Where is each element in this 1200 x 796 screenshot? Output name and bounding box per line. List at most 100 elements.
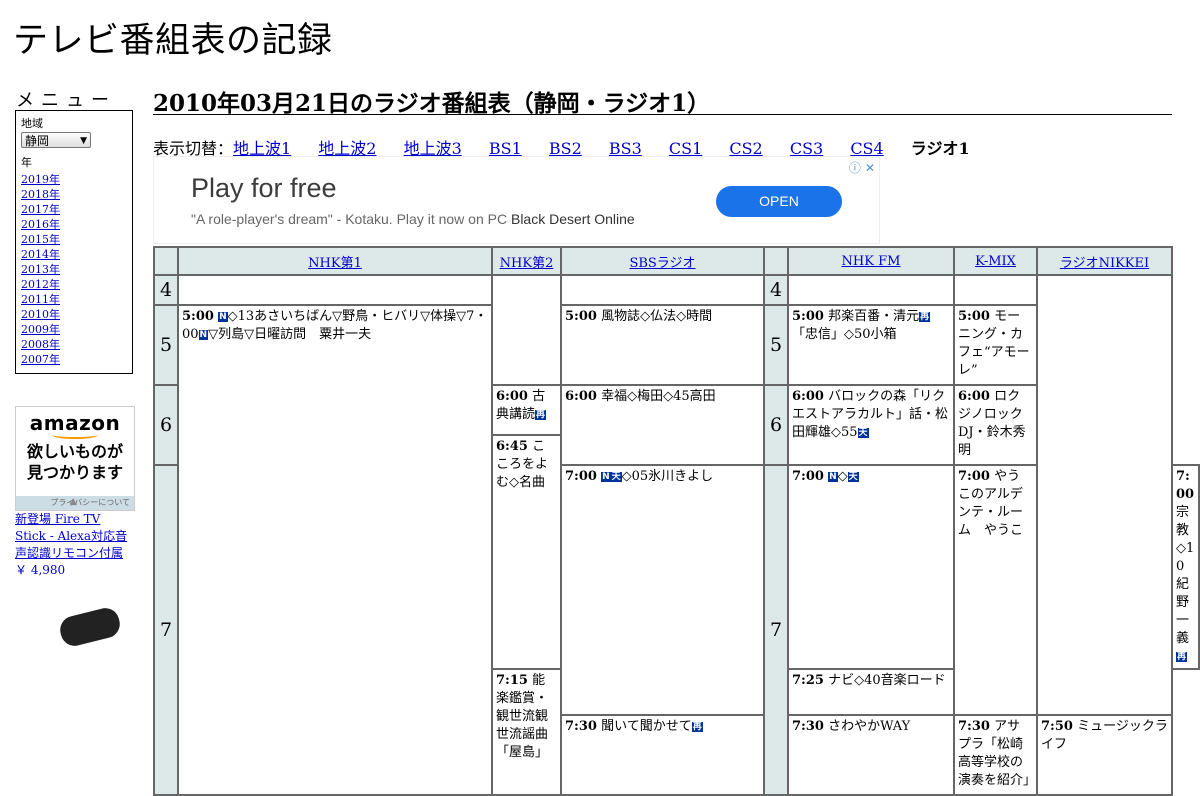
program-title: ◇ bbox=[837, 469, 848, 484]
program-cell[interactable]: 7:00 N◇天 bbox=[787, 464, 955, 670]
ad-title: Play for free bbox=[191, 173, 337, 203]
year-link[interactable]: 2013年 bbox=[21, 263, 60, 276]
caret-up-icon: ▲ bbox=[70, 497, 77, 507]
year-label: 年 bbox=[21, 156, 32, 169]
program-cell[interactable]: 7:30 アサプラ「松崎高等学校の演奏を紹介」 bbox=[953, 714, 1038, 796]
amazon-tagline-line: 欲しいものが bbox=[26, 442, 123, 461]
product-image[interactable] bbox=[57, 605, 123, 649]
news-badge-icon: N bbox=[601, 472, 611, 482]
region-select[interactable]: 静岡 ▼ bbox=[21, 132, 91, 148]
program-cell[interactable]: 7:15 能楽鑑賞・観世流観世流謡曲「屋島」 bbox=[491, 668, 562, 796]
channel-header: ラジオNIKKEI bbox=[1036, 246, 1173, 276]
program-cell[interactable]: 6:00 ロクジノロック DJ・鈴木秀明 bbox=[953, 384, 1038, 466]
program-time: 7:00 bbox=[1176, 469, 1195, 502]
program-time: 7:00 bbox=[792, 469, 824, 484]
ad-icons: ⓘ ✕ bbox=[845, 159, 875, 176]
amazon-product: 新登場 Fire TV Stick - Alexa対応音声認識リモコン付属 ￥ … bbox=[15, 511, 133, 579]
corner-cell bbox=[763, 246, 789, 276]
program-cell[interactable]: 5:00 モーニング・カフェ“アモーレ” bbox=[953, 304, 1038, 386]
program-cell[interactable]: 6:00 古典講読再 bbox=[491, 384, 562, 436]
site-title: テレビ番組表の記録 bbox=[13, 21, 333, 61]
year-link[interactable]: 2012年 bbox=[21, 278, 60, 291]
program-time: 5:00 bbox=[182, 309, 214, 324]
weather-badge-icon: 天 bbox=[857, 428, 869, 438]
year-link[interactable]: 2015年 bbox=[21, 233, 60, 246]
program-cell[interactable]: 7:50 ミュージックライフ bbox=[1036, 714, 1173, 796]
program-cell[interactable]: 7:00 やうこのアルデンテ・ルーム やうこ bbox=[953, 464, 1038, 716]
year-link[interactable]: 2007年 bbox=[21, 353, 60, 366]
year-link[interactable]: 2008年 bbox=[21, 338, 60, 351]
program-time: 6:00 bbox=[958, 389, 990, 404]
program-grid: NHK第1 NHK第2 SBSラジオ NHK FM K-MIX ラジオNIKKE… bbox=[153, 246, 1200, 796]
program-time: 6:45 bbox=[496, 439, 528, 454]
close-icon[interactable]: ✕ bbox=[865, 161, 875, 175]
info-icon[interactable]: ⓘ bbox=[849, 161, 861, 175]
rerun-badge-icon: 再 bbox=[1176, 652, 1188, 662]
channel-header: NHK FM bbox=[787, 246, 955, 276]
channel-link[interactable]: NHK FM bbox=[842, 254, 901, 269]
amazon-privacy-link[interactable]: プライバシーについて bbox=[50, 498, 130, 507]
hour-cell: 6 bbox=[763, 384, 789, 466]
year-link[interactable]: 2018年 bbox=[21, 188, 60, 201]
program-cell[interactable]: 6:00 幸福◇梅田◇45高田 bbox=[560, 384, 765, 466]
program-time: 7:50 bbox=[1041, 719, 1073, 734]
program-title: 「忠信」◇50小箱 bbox=[792, 327, 897, 342]
channel-link[interactable]: K-MIX bbox=[975, 254, 1016, 269]
year-link[interactable]: 2010年 bbox=[21, 308, 60, 321]
news-badge-icon: N bbox=[828, 472, 838, 482]
year-link[interactable]: 2019年 bbox=[21, 173, 60, 186]
channel-link[interactable]: SBSラジオ bbox=[629, 256, 695, 271]
year-link[interactable]: 2014年 bbox=[21, 248, 60, 261]
program-cell[interactable]: 6:45 こころをよむ◇名曲 bbox=[491, 434, 562, 670]
program-cell[interactable]: 7:30 さわやかWAY bbox=[787, 714, 955, 796]
hour-cell: 7 bbox=[153, 464, 179, 796]
program-title: 幸福◇梅田◇45高田 bbox=[601, 389, 716, 404]
channel-header: SBSラジオ bbox=[560, 246, 765, 276]
program-title: 宗教◇10紀野一義 bbox=[1176, 505, 1195, 646]
program-time: 7:15 bbox=[496, 673, 528, 688]
menu-box: 地域 静岡 ▼ 年 2019年 2018年 2017年 2016年 2015年 … bbox=[15, 110, 133, 374]
channel-link[interactable]: ラジオNIKKEI bbox=[1060, 256, 1149, 271]
year-link[interactable]: 2011年 bbox=[21, 293, 60, 306]
rerun-badge-icon: 再 bbox=[919, 312, 931, 322]
amazon-product-link[interactable]: 新登場 Fire TV Stick - Alexa対応音声認識リモコン付属 bbox=[15, 512, 127, 560]
region-select-value: 静岡 bbox=[25, 134, 50, 148]
program-time: 7:00 bbox=[565, 469, 597, 484]
program-cell[interactable]: 5:00 風物誌◇仏法◇時間 bbox=[560, 304, 765, 386]
news-badge-icon: N bbox=[218, 312, 228, 322]
channel-header: NHK第2 bbox=[491, 246, 562, 276]
hour-cell: 7 bbox=[763, 464, 789, 796]
program-time: 6:00 bbox=[565, 389, 597, 404]
year-link[interactable]: 2017年 bbox=[21, 203, 60, 216]
channel-header: K-MIX bbox=[953, 246, 1038, 276]
program-cell[interactable]: 5:00 N◇13あさいちばん▽野鳥・ヒバリ▽体操▽7・00N▽列島▽日曜訪問 … bbox=[177, 304, 493, 796]
program-cell[interactable]: 7:00 宗教◇10紀野一義再 bbox=[1171, 464, 1200, 670]
ad-banner[interactable]: ⓘ ✕ Play for free "A role-player's dream"… bbox=[153, 156, 880, 244]
program-cell[interactable]: 7:25 ナビ◇40音楽ロード bbox=[787, 668, 955, 716]
program-cell bbox=[787, 274, 955, 306]
channel-link[interactable]: NHK第2 bbox=[500, 256, 554, 271]
program-cell bbox=[491, 274, 562, 386]
program-cell[interactable]: 7:00 N 天◇05氷川きよし bbox=[560, 464, 765, 716]
program-time: 6:00 bbox=[792, 389, 824, 404]
program-cell[interactable]: 7:30 聞いて聞かせて再 bbox=[560, 714, 765, 796]
corner-cell bbox=[153, 246, 179, 276]
switcher-current: ラジオ1 bbox=[910, 139, 970, 158]
ad-quote: "A role-player's dream" - Kotaku. Play i… bbox=[191, 211, 508, 227]
channel-link[interactable]: NHK第1 bbox=[308, 256, 362, 271]
year-link[interactable]: 2009年 bbox=[21, 323, 60, 336]
program-cell bbox=[1036, 274, 1173, 716]
ad-open-button[interactable]: OPEN bbox=[716, 186, 842, 217]
amazon-ad[interactable]: amazon 欲しいものが 見つかります ▲ プライバシーについて bbox=[15, 406, 135, 511]
amazon-product-price: ￥ 4,980 bbox=[15, 563, 66, 577]
program-time: 5:00 bbox=[792, 309, 824, 324]
program-cell[interactable]: 6:00 バロックの森「リクエストアラカルト」話・松田輝雄◇55天 bbox=[787, 384, 955, 466]
news-badge-icon: N bbox=[198, 330, 209, 340]
amazon-tagline-line: 見つかります bbox=[26, 463, 123, 482]
weather-badge-icon: 天 bbox=[847, 472, 859, 482]
amazon-privacy-bar[interactable]: ▲ プライバシーについて bbox=[16, 496, 134, 510]
program-title: さわやかWAY bbox=[828, 719, 911, 734]
program-time: 6:00 bbox=[496, 389, 528, 404]
program-cell[interactable]: 5:00 邦楽百番・清元再「忠信」◇50小箱 bbox=[787, 304, 955, 386]
year-link[interactable]: 2016年 bbox=[21, 218, 60, 231]
